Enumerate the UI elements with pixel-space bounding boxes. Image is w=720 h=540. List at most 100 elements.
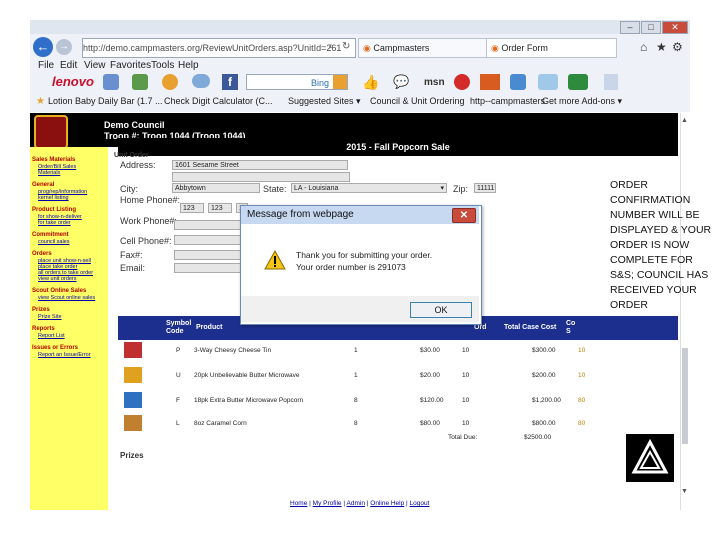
gear-icon[interactable]: ⚙: [672, 40, 683, 54]
dialog-title: Message from webpage: [241, 206, 479, 224]
sidebar-link[interactable]: Materials: [38, 170, 60, 176]
chat-icon[interactable]: 💬: [393, 74, 409, 90]
title-bar: [30, 20, 690, 34]
sidebar-link[interactable]: kernel listing: [38, 195, 69, 201]
city-field[interactable]: Abbytown: [172, 183, 260, 193]
sidebar-section-heading: Product Listing: [32, 207, 76, 213]
sidebar-link[interactable]: council sales: [38, 239, 70, 245]
maximize-button[interactable]: □: [641, 21, 661, 34]
address-label: Address:: [120, 160, 156, 170]
cell-phone-field[interactable]: [174, 235, 242, 245]
sidebar-link[interactable]: Report an Issue/Error: [38, 352, 91, 358]
order-quantity: 1: [354, 347, 358, 354]
product-thumbnail: [124, 392, 142, 408]
toolbar-app-icon[interactable]: [132, 74, 148, 90]
toolbar-app-icon[interactable]: [568, 74, 588, 90]
ok-button[interactable]: OK: [410, 302, 472, 318]
scrollbar-thumb[interactable]: [682, 348, 688, 444]
sidebar-link[interactable]: view Scout online sales: [38, 295, 95, 301]
annotation-text: ORDER CONFIRMATION NUMBER WILL BE DISPLA…: [610, 179, 712, 311]
scroll-down-icon[interactable]: ▼: [681, 488, 688, 495]
home-icon[interactable]: ⌂: [640, 40, 647, 54]
address2-field[interactable]: [172, 172, 350, 182]
menu-edit[interactable]: Edit: [60, 60, 77, 71]
menu-view[interactable]: View: [84, 60, 106, 71]
close-window-button[interactable]: ✕: [662, 21, 688, 34]
address-text: http://demo.campmasters.org/ReviewUnitOr…: [83, 43, 342, 53]
favorite-link[interactable]: http--campmasters: [470, 96, 545, 106]
search-icon[interactable]: ⌕: [328, 41, 334, 52]
site-icon: ◉: [363, 43, 374, 53]
menu-help[interactable]: Help: [178, 60, 199, 71]
favorites-star-icon[interactable]: ★: [656, 40, 667, 54]
back-button[interactable]: ←: [33, 37, 53, 57]
tab-order-form[interactable]: ◉ Order Form: [486, 38, 617, 58]
favorite-link[interactable]: Council & Unit Ordering: [370, 96, 465, 106]
toolbar-app-icon[interactable]: [454, 74, 470, 90]
sidebar-link[interactable]: view unit orders: [38, 276, 77, 282]
fax-field[interactable]: [174, 250, 242, 260]
tab-campmasters[interactable]: ◉ Campmasters: [358, 38, 489, 58]
refresh-icon[interactable]: ↻: [342, 41, 350, 52]
zip-field[interactable]: 11111: [474, 183, 496, 193]
footer-links: Home | My Profile | Admin | Online Help …: [290, 500, 430, 507]
toolbar-app-icon[interactable]: [538, 74, 558, 90]
facebook-icon[interactable]: f: [222, 74, 238, 90]
footer-link-home[interactable]: Home: [290, 500, 307, 507]
forward-button[interactable]: →: [56, 39, 72, 55]
toolbar-app-icon[interactable]: [510, 74, 526, 90]
product-code: L: [176, 420, 180, 427]
favorite-link[interactable]: Suggested Sites ▾: [288, 96, 361, 107]
search-go-icon[interactable]: [333, 75, 347, 89]
column-header-product: Product: [196, 324, 223, 331]
menu-tools[interactable]: Tools: [151, 60, 174, 71]
product-thumbnail: [124, 415, 142, 431]
cloud-icon[interactable]: [192, 74, 210, 88]
favorite-link[interactable]: Check Digit Calculator (C...: [164, 96, 273, 106]
row-extra: 80: [578, 420, 586, 427]
email-field[interactable]: [174, 263, 242, 273]
toolbar-app-icon[interactable]: [162, 74, 178, 90]
work-phone-field[interactable]: [174, 220, 242, 230]
unit-price: $30.00: [420, 347, 440, 354]
favorite-link[interactable]: Get more Add-ons ▾: [542, 96, 622, 107]
email-label: Email:: [120, 263, 146, 273]
minimize-button[interactable]: –: [620, 21, 640, 34]
dialog-close-button[interactable]: ✕: [452, 208, 476, 223]
menu-favorites[interactable]: Favorites: [110, 60, 151, 71]
address-field[interactable]: 1601 Sesame Street: [172, 160, 348, 170]
sidebar-link[interactable]: Report List: [38, 333, 65, 339]
toolbar-app-icon[interactable]: [604, 74, 618, 90]
state-select[interactable]: LA - Louisiana ▾: [291, 183, 447, 193]
row-extra: 80: [578, 397, 586, 404]
council-name: Demo Council: [104, 120, 165, 130]
phone-area-field[interactable]: 123: [180, 203, 204, 213]
sidebar-link[interactable]: for take order: [38, 220, 71, 226]
work-phone-label: Work Phone#:: [120, 216, 177, 226]
footer-link-help[interactable]: Online Help: [370, 500, 404, 507]
sidebar-section-heading: Orders: [32, 251, 52, 257]
footer-link-admin[interactable]: Admin: [347, 500, 365, 507]
scroll-up-icon[interactable]: ▲: [681, 117, 688, 124]
tab-label: Order Form: [501, 43, 548, 53]
favorite-link[interactable]: Lotion Baby Daily Bar (1.7 ...: [48, 96, 163, 106]
unit-price: $80.00: [420, 420, 440, 427]
phone-prefix-field[interactable]: 123: [208, 203, 232, 213]
footer-link-logout[interactable]: Logout: [410, 500, 430, 507]
toolbar-app-icon[interactable]: [480, 74, 500, 90]
menu-file[interactable]: File: [38, 60, 54, 71]
thumbs-up-icon[interactable]: 👍: [362, 74, 379, 90]
home-phone-label: Home Phone#:: [120, 195, 181, 205]
address-bar[interactable]: http://demo.campmasters.org/ReviewUnitOr…: [82, 38, 356, 58]
bing-label: Bing: [310, 78, 329, 88]
city-label: City:: [120, 184, 138, 194]
order-form-label: Unit Order: [114, 152, 149, 159]
case-count: 10: [462, 397, 470, 404]
footer-link-profile[interactable]: My Profile: [313, 500, 342, 507]
sidebar-section-heading: General: [32, 182, 55, 188]
unit-price: $120.00: [420, 397, 444, 404]
row-total: $800.00: [532, 420, 556, 427]
product-name: 3-Way Cheesy Cheese Tin: [194, 347, 272, 354]
toolbar-app-icon[interactable]: [103, 74, 119, 90]
sidebar-link[interactable]: Prize Site: [38, 314, 62, 320]
